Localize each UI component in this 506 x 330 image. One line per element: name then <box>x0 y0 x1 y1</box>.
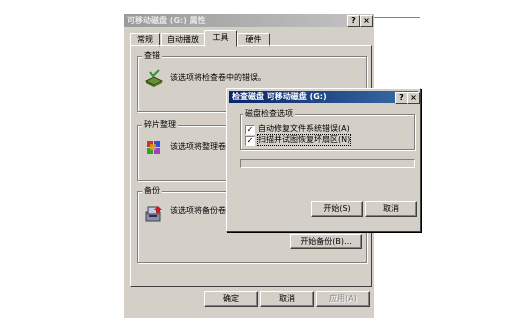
defrag-description: 该选项将整理卷中 <box>170 142 234 151</box>
check-progress-bar <box>240 159 415 168</box>
defrag-icon <box>147 141 160 154</box>
disk-check-options-group: 磁盘检查选项 ✓ 自动修复文件系统错误(A) ✓ 扫描并试图恢复坏扇区(N) <box>240 109 415 150</box>
ok-button[interactable]: 确定 <box>204 291 258 307</box>
check-disk-title-bar[interactable]: 检查磁盘 可移动磁盘 (G:) ? × <box>229 91 420 104</box>
disk-check-icon <box>144 69 164 87</box>
properties-title: 可移动磁盘 (G:) 属性 <box>127 16 206 25</box>
close-button[interactable]: × <box>360 15 373 27</box>
start-backup-button[interactable]: 开始备份(B)... <box>290 234 362 249</box>
backup-label: 备份 <box>142 186 162 196</box>
tab-tools[interactable]: 工具 <box>204 30 237 47</box>
error-check-label: 查错 <box>142 51 162 61</box>
scan-recover-label: 扫描并试图恢复坏扇区(N) <box>256 134 352 146</box>
backup-description: 该选项将备份卷 <box>170 206 226 215</box>
auto-fix-checkbox[interactable]: ✓ <box>245 125 255 135</box>
title-bar-line <box>374 17 420 18</box>
close-button[interactable]: × <box>407 92 420 104</box>
scan-recover-checkbox[interactable]: ✓ <box>245 136 255 146</box>
cancel-button[interactable]: 取消 <box>260 291 314 307</box>
auto-fix-label: 自动修复文件系统错误(A) <box>258 124 350 133</box>
apply-button[interactable]: 应用(A) <box>316 291 370 307</box>
check-disk-title: 检查磁盘 可移动磁盘 (G:) <box>232 92 327 101</box>
properties-title-bar[interactable]: 可移动磁盘 (G:) 属性 ? × <box>124 14 374 27</box>
error-check-description: 该选项将检查卷中的错误。 <box>170 73 266 82</box>
disk-check-options-label: 磁盘检查选项 <box>243 109 295 119</box>
cancel-button[interactable]: 取消 <box>365 201 417 217</box>
check-disk-dialog: 检查磁盘 可移动磁盘 (G:) ? × 磁盘检查选项 ✓ 自动修复文件系统错误(… <box>226 88 421 232</box>
help-button[interactable]: ? <box>347 15 360 27</box>
defrag-label: 碎片整理 <box>142 120 178 130</box>
backup-icon <box>145 206 162 222</box>
start-button[interactable]: 开始(S) <box>311 201 363 217</box>
